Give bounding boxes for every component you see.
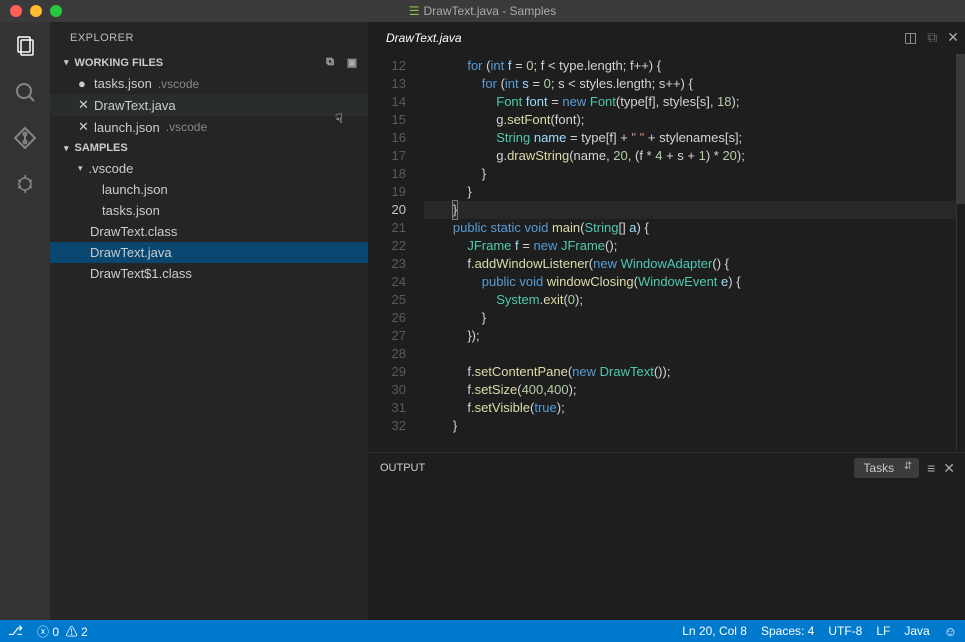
close-panel-icon[interactable]: ✕ xyxy=(943,460,955,477)
folder-item[interactable]: ▾ .vscode xyxy=(50,158,368,179)
indentation-status[interactable]: Spaces: 4 xyxy=(761,624,814,638)
more-icon[interactable]: ⧉ xyxy=(927,29,937,46)
problems-status[interactable]: ⓧ 0 ⚠ 2 xyxy=(37,623,88,640)
eol-status[interactable]: LF xyxy=(876,624,890,638)
activity-bar xyxy=(0,22,50,620)
dirty-icon[interactable]: ● xyxy=(78,76,92,91)
debug-icon[interactable] xyxy=(11,170,39,198)
sidebar: EXPLORER ▾ WORKING FILES ⧉ ▣ ●tasks.json… xyxy=(50,22,368,620)
chevron-down-icon: ▾ xyxy=(64,143,69,154)
samples-header[interactable]: ▾ SAMPLES xyxy=(50,138,368,158)
file-item[interactable]: tasks.json xyxy=(50,200,368,221)
editor-tab[interactable]: DrawText.java xyxy=(374,25,474,51)
status-bar: ⎇ ⓧ 0 ⚠ 2 Ln 20, Col 8 Spaces: 4 UTF-8 L… xyxy=(0,620,965,642)
output-tab[interactable]: OUTPUT xyxy=(378,458,427,478)
chevron-down-icon: ▾ xyxy=(64,57,69,68)
chevron-down-icon: ▾ xyxy=(78,163,83,174)
code-editor[interactable]: 1213141516171819202122232425262728293031… xyxy=(368,54,965,452)
tab-bar: DrawText.java ◫ ⧉ ✕ xyxy=(368,22,965,54)
working-files-header[interactable]: ▾ WORKING FILES ⧉ ▣ xyxy=(50,52,368,73)
file-item[interactable]: DrawText.class xyxy=(50,221,368,242)
feedback-icon[interactable]: ☺ xyxy=(944,624,957,639)
save-all-icon[interactable]: ⧉ xyxy=(322,56,338,69)
output-panel: OUTPUT Tasks ≡ ✕ xyxy=(368,452,965,620)
window-title: ☰DrawText.java - Samples xyxy=(0,4,965,18)
cursor-position[interactable]: Ln 20, Col 8 xyxy=(682,624,747,638)
close-editor-icon[interactable]: ✕ xyxy=(947,29,959,46)
encoding-status[interactable]: UTF-8 xyxy=(828,624,862,638)
close-all-icon[interactable]: ▣ xyxy=(344,56,360,69)
search-icon[interactable] xyxy=(11,78,39,106)
remote-icon[interactable]: ⎇ xyxy=(8,623,23,639)
close-icon[interactable]: ✕ xyxy=(78,97,92,113)
explorer-icon[interactable] xyxy=(11,32,39,60)
titlebar: ☰DrawText.java - Samples xyxy=(0,0,965,22)
scrollbar[interactable] xyxy=(956,54,965,452)
sidebar-title: EXPLORER xyxy=(50,22,368,52)
split-editor-icon[interactable]: ◫ xyxy=(904,29,917,46)
line-gutter: 1213141516171819202122232425262728293031… xyxy=(368,54,424,452)
working-file-item[interactable]: ✕launch.json.vscode xyxy=(50,116,368,138)
git-icon[interactable] xyxy=(11,124,39,152)
output-channel-select[interactable]: Tasks xyxy=(854,458,919,478)
clear-output-icon[interactable]: ≡ xyxy=(927,460,935,476)
working-file-item[interactable]: ●tasks.json.vscode xyxy=(50,73,368,94)
working-file-item[interactable]: ✕DrawText.java xyxy=(50,94,368,116)
file-item[interactable]: launch.json xyxy=(50,179,368,200)
file-item[interactable]: DrawText$1.class xyxy=(50,263,368,284)
language-mode[interactable]: Java xyxy=(904,624,929,638)
editor-area: DrawText.java ◫ ⧉ ✕ 12131415161718192021… xyxy=(368,22,965,620)
close-icon[interactable]: ✕ xyxy=(78,119,92,135)
file-item[interactable]: DrawText.java xyxy=(50,242,368,263)
